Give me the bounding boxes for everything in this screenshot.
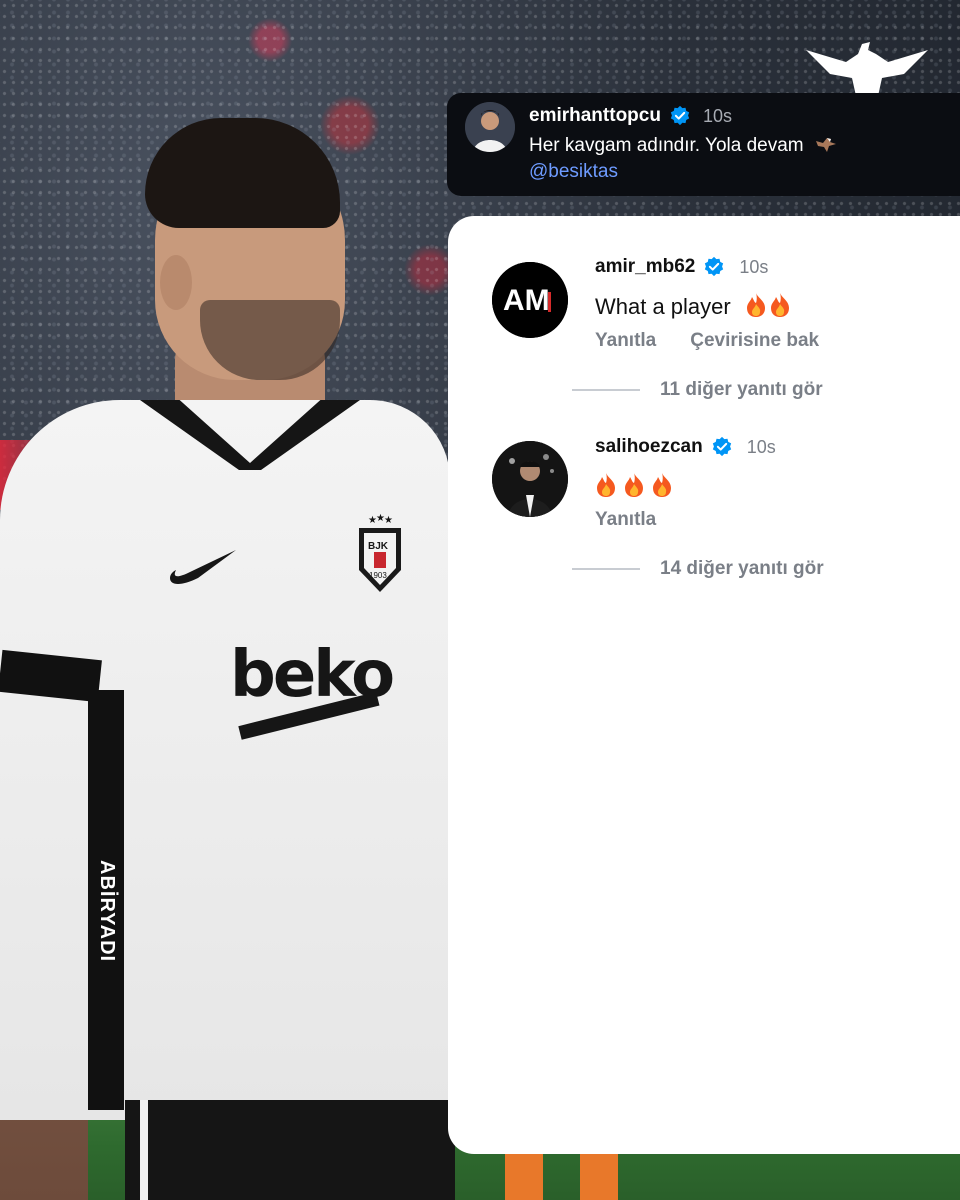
- view-more-replies[interactable]: 14 diğer yanıtı gör: [572, 558, 824, 580]
- comment-text: What a player: [595, 294, 731, 319]
- fire-emoji-icon: [770, 293, 789, 317]
- player-ear: [160, 255, 192, 310]
- replies-divider: [572, 568, 640, 570]
- crest-year: 1903: [369, 571, 387, 580]
- nike-swoosh-icon: [170, 550, 236, 584]
- comment-header: salihoezcan 10s: [595, 436, 776, 458]
- view-replies-label[interactable]: 14 diğer yanıtı gör: [660, 558, 824, 580]
- verified-badge-icon: [705, 256, 724, 277]
- caption-text-row: Her kavgam adındır. Yola devam: [529, 135, 837, 157]
- view-replies-label[interactable]: 11 diğer yanıtı gör: [660, 379, 823, 401]
- comment-timestamp: 10s: [739, 256, 769, 277]
- caption-username[interactable]: emirhanttopcu: [529, 105, 661, 127]
- profile-photo-icon: [465, 102, 515, 152]
- replies-divider: [572, 389, 640, 391]
- verified-badge-icon: [712, 436, 731, 457]
- caption-mention-link[interactable]: @besiktas: [529, 161, 618, 183]
- fire-emoji-icon: [746, 293, 765, 317]
- profile-photo-icon: [492, 441, 568, 517]
- jersey-side-text: ABİRYADI: [96, 860, 118, 963]
- am-logo-icon: AM: [492, 262, 568, 338]
- comment-actions: Yanıtla Çevirisine bak: [595, 330, 819, 352]
- fire-emoji-icon: [597, 473, 615, 497]
- svg-text:★: ★: [384, 515, 393, 526]
- view-more-replies[interactable]: 11 diğer yanıtı gör: [572, 379, 823, 401]
- caption-timestamp: 10s: [702, 105, 732, 126]
- comment-username[interactable]: amir_mb62: [595, 256, 695, 278]
- avatar[interactable]: AM: [492, 262, 568, 338]
- jersey: [0, 400, 450, 1120]
- avatar-initials: AM: [503, 284, 550, 317]
- club-crest-icon: ★ ★ ★ BJK 1903: [359, 514, 401, 592]
- reply-button[interactable]: Yanıtla: [595, 509, 656, 531]
- player-hair: [145, 118, 340, 228]
- eagle-emoji-icon: [815, 138, 836, 152]
- player-figure: ABİRYADI ★ ★ ★ BJK 1903 beko: [0, 0, 470, 1200]
- eagle-logo-icon: [806, 42, 928, 96]
- reply-button[interactable]: Yanıtla: [595, 330, 656, 352]
- post-caption: emirhanttopcu 10s Her kavgam adındır. Yo…: [447, 93, 960, 196]
- comment-actions: Yanıtla: [595, 509, 656, 531]
- avatar[interactable]: [492, 441, 568, 517]
- shorts-stripe: [140, 1100, 148, 1200]
- comment-body: [595, 472, 675, 500]
- caption-header: emirhanttopcu 10s: [529, 105, 732, 127]
- caption-text: Her kavgam adındır. Yola devam: [529, 135, 804, 156]
- background-player-leg: [505, 1150, 543, 1200]
- avatar[interactable]: [465, 102, 515, 152]
- player-shorts: [125, 1100, 455, 1200]
- comments-panel: AM amir_mb62 10s What a player Yanıtla Ç…: [448, 216, 960, 1154]
- verified-badge-icon: [670, 105, 690, 126]
- see-translation-button[interactable]: Çevirisine bak: [690, 330, 819, 352]
- comment-username[interactable]: salihoezcan: [595, 436, 703, 458]
- comment-header: amir_mb62 10s: [595, 256, 768, 278]
- crest-letters: BJK: [368, 541, 389, 552]
- fire-emoji-icon: [625, 473, 643, 497]
- fire-emoji-icon: [653, 473, 671, 497]
- comment-timestamp: 10s: [746, 436, 776, 457]
- background-player-leg: [580, 1150, 618, 1200]
- comment-body: What a player: [595, 292, 793, 320]
